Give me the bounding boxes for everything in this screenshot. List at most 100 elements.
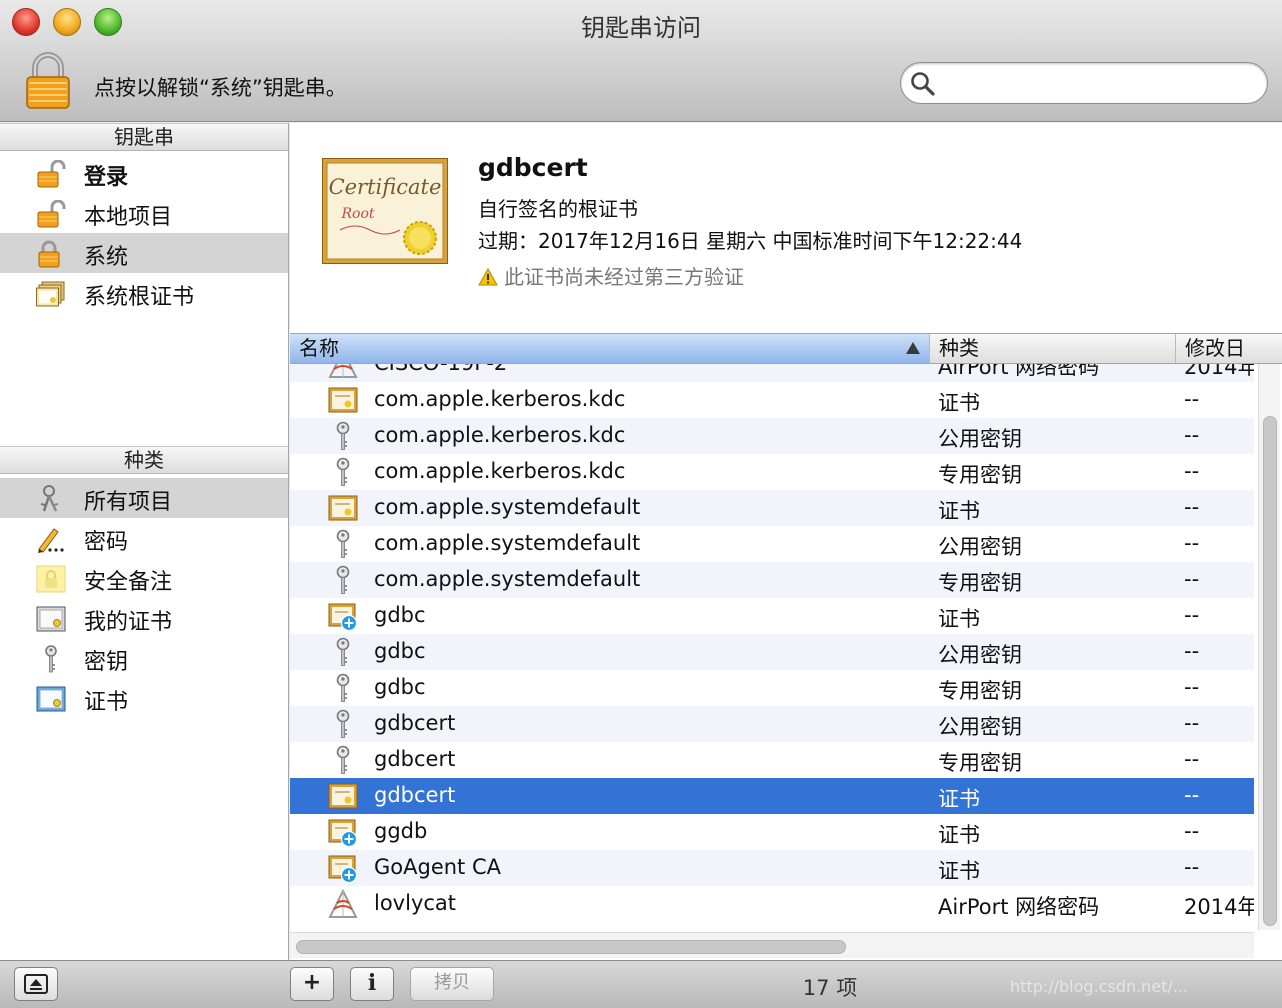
column-header-kind[interactable]: 种类 (930, 334, 1176, 363)
get-info-button[interactable]: i (350, 967, 394, 1001)
row-name: gdbcert (374, 747, 456, 771)
sidebar-item-label: 安全备注 (84, 570, 173, 595)
padlock-icon[interactable] (24, 52, 72, 110)
sidebar-item-passwords[interactable]: 密码 (0, 518, 288, 558)
key-icon (328, 457, 358, 487)
sidebar-item-my-certificates[interactable]: 我的证书 (0, 598, 288, 638)
pencil-dots-icon (38, 528, 64, 553)
row-kind: 公用密钥 (938, 427, 1022, 451)
table-row[interactable]: com.apple.systemdefault 证书 -- (290, 490, 1254, 526)
window-toolbar: 钥匙串访问 点按以解锁“系统”钥匙串。 (0, 0, 1282, 122)
row-modified: -- (1184, 459, 1200, 483)
row-modified: -- (1184, 819, 1200, 843)
sidebar-item-label: 我的证书 (84, 610, 173, 635)
sidebar-item-label: 登录 (84, 165, 129, 190)
locked-padlock-icon (38, 240, 60, 268)
search-input[interactable] (941, 69, 1251, 97)
table-row[interactable]: ggdb 证书 -- (290, 814, 1254, 850)
row-modified: -- (1184, 423, 1200, 447)
horizontal-scrollbar[interactable] (290, 932, 1254, 958)
row-name: gdbcert (374, 711, 456, 735)
row-kind: 证书 (938, 787, 980, 811)
watermark-text: http://blog.csdn.net/... (1010, 977, 1189, 996)
key-icon (328, 421, 358, 451)
row-name: gdbc (374, 675, 426, 699)
row-kind: 证书 (938, 391, 980, 415)
vertical-scroll-thumb[interactable] (1263, 416, 1277, 926)
warning-icon (478, 268, 498, 286)
show-hide-icon (24, 974, 48, 994)
table-row[interactable]: lovlycat AirPort 网络密码 2014年 (290, 886, 1254, 922)
unlocked-padlock-icon (37, 160, 66, 188)
table-row[interactable]: GoAgent CA 证书 -- (290, 850, 1254, 886)
certificate-plus-icon (328, 853, 358, 884)
table-row[interactable]: com.apple.systemdefault 专用密钥 -- (290, 562, 1254, 598)
certificate-plus-icon (328, 817, 358, 848)
sidebar-item-label: 所有项目 (84, 490, 173, 515)
sidebar-item-local-items[interactable]: 本地项目 (0, 193, 288, 233)
row-name: com.apple.systemdefault (374, 567, 641, 591)
certificate-root-text: Root (340, 206, 374, 222)
sidebar-item-label: 系统 (84, 245, 129, 270)
vertical-scrollbar[interactable] (1258, 364, 1280, 930)
sidebar-item-label: 系统根证书 (84, 285, 195, 310)
table-row[interactable]: gdbcert 证书 -- (290, 778, 1254, 814)
table-row[interactable]: CISCO-19F-2 AirPort 网络密码 2014年 (290, 364, 1254, 382)
copy-button[interactable]: 拷贝 (410, 967, 494, 1001)
table-row[interactable]: gdbcert 公用密钥 -- (290, 706, 1254, 742)
my-certificate-icon (36, 606, 66, 632)
sidebar-item-certificates[interactable]: 证书 (0, 678, 288, 718)
window-title: 钥匙串访问 (581, 14, 701, 42)
sidebar-item-keys[interactable]: 密钥 (0, 638, 288, 678)
airport-icon (328, 888, 358, 919)
search-field[interactable] (900, 62, 1268, 104)
sidebar-item-secure-notes[interactable]: 安全备注 (0, 558, 288, 598)
row-name: com.apple.kerberos.kdc (374, 387, 626, 411)
column-header-label: 名称 (299, 336, 339, 360)
sidebar-item-system[interactable]: 系统 (0, 233, 288, 273)
unlock-hint: 点按以解锁“系统”钥匙串。 (94, 76, 347, 100)
sidebar-item-system-roots[interactable]: 系统根证书 (0, 273, 288, 313)
row-modified: -- (1184, 855, 1200, 879)
item-expiry: 过期：2017年12月16日 星期六 中国标准时间下午12:22:44 (478, 229, 1023, 253)
row-kind: 专用密钥 (938, 463, 1022, 487)
sidebar-item-login[interactable]: 登录 (0, 153, 288, 193)
key-icon (328, 673, 358, 703)
table-row[interactable]: gdbcert 专用密钥 -- (290, 742, 1254, 778)
key-icon (328, 529, 358, 559)
items-table: 名称 种类 修改日 CISCO-19F-2 AirPort 网络密码 2014年 co… (290, 333, 1282, 960)
table-row[interactable]: gdbc 证书 -- (290, 598, 1254, 634)
row-modified: -- (1184, 639, 1200, 663)
trust-warning-text: 此证书尚未经过第三方验证 (504, 265, 744, 289)
horizontal-scroll-thumb[interactable] (296, 940, 846, 954)
table-row[interactable]: gdbc 专用密钥 -- (290, 670, 1254, 706)
key-icon (328, 745, 358, 775)
sort-ascending-icon (906, 342, 920, 354)
row-kind: 专用密钥 (938, 679, 1022, 703)
row-modified: -- (1184, 531, 1200, 555)
sidebar: 钥匙串 登录 本地项目 系统 系统根证书 种类 所有项目 密码 安全备注 我的证… (0, 123, 289, 960)
certificate-large-icon: Certificate Root (322, 158, 448, 264)
add-item-button[interactable]: + (290, 967, 334, 1001)
item-details-pane: Certificate Root gdbcert 自行签名的根证书 过期：201… (290, 123, 1282, 333)
certificate-title-text: Certificate (329, 175, 442, 199)
keychains-header: 钥匙串 (0, 123, 288, 151)
toggle-sidebar-button[interactable] (14, 967, 58, 1001)
sidebar-item-all-items[interactable]: 所有项目 (0, 478, 288, 518)
row-kind: AirPort 网络密码 (938, 895, 1100, 919)
secure-note-icon (36, 565, 66, 593)
table-row[interactable]: com.apple.kerberos.kdc 公用密钥 -- (290, 418, 1254, 454)
row-modified: -- (1184, 567, 1200, 591)
item-name: gdbcert (478, 153, 588, 182)
certificate-plus-icon (328, 601, 358, 632)
column-header-name[interactable]: 名称 (290, 334, 930, 363)
table-row[interactable]: com.apple.kerberos.kdc 证书 -- (290, 382, 1254, 418)
sidebar-item-label: 密码 (84, 530, 129, 555)
column-header-modified[interactable]: 修改日 (1176, 334, 1282, 363)
row-kind: 证书 (938, 823, 980, 847)
table-row[interactable]: com.apple.systemdefault 公用密钥 -- (290, 526, 1254, 562)
table-row[interactable]: com.apple.kerberos.kdc 专用密钥 -- (290, 454, 1254, 490)
row-modified: -- (1184, 747, 1200, 771)
table-body: CISCO-19F-2 AirPort 网络密码 2014年 com.apple.ke… (290, 364, 1254, 930)
table-row[interactable]: gdbc 公用密钥 -- (290, 634, 1254, 670)
